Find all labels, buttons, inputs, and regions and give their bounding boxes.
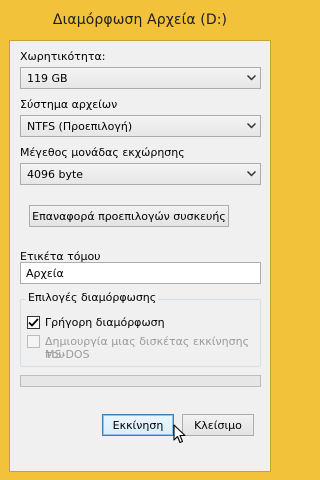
file-system-value: NTFS (Προεπιλογή) xyxy=(27,119,133,133)
allocation-unit-dropdown[interactable]: 4096 byte xyxy=(20,163,261,185)
chevron-down-icon xyxy=(242,116,260,136)
file-system-dropdown[interactable]: NTFS (Προεπιλογή) xyxy=(20,115,261,137)
window-title: Διαμόρφωση Αρχεία (D:) xyxy=(52,12,228,28)
restore-defaults-button[interactable]: Επαναφορά προεπιλογών συσκευής xyxy=(29,205,229,227)
capacity-label: Χωρητικότητα: xyxy=(20,50,106,63)
format-dialog-body: Χωρητικότητα: 119 GB Σύστημα αρχείων NTF… xyxy=(9,40,271,472)
msdos-startup-disk-label-line2: MS-DOS xyxy=(45,348,90,361)
close-button[interactable]: Κλείσιμο xyxy=(182,414,254,436)
quick-format-checkbox[interactable] xyxy=(27,316,40,329)
chevron-down-icon xyxy=(242,164,260,184)
volume-label-input[interactable]: Αρχεία xyxy=(20,262,261,284)
quick-format-label[interactable]: Γρήγορη διαμόρφωση xyxy=(45,316,165,329)
mouse-pointer-icon xyxy=(173,424,186,444)
format-options-legend: Επιλογές διαμόρφωσης xyxy=(26,291,159,304)
allocation-unit-label: Μέγεθος μονάδας εκχώρησης xyxy=(20,146,185,159)
capacity-dropdown[interactable]: 119 GB xyxy=(20,67,261,89)
allocation-unit-value: 4096 byte xyxy=(27,167,84,181)
start-button[interactable]: Εκκίνηση xyxy=(102,414,174,436)
file-system-label: Σύστημα αρχείων xyxy=(20,98,118,111)
checkmark-icon xyxy=(28,318,39,327)
capacity-value: 119 GB xyxy=(27,71,68,85)
msdos-startup-disk-checkbox[interactable] xyxy=(27,335,40,348)
chevron-down-icon xyxy=(242,68,260,88)
title-bar[interactable]: Διαμόρφωση Αρχεία (D:) xyxy=(0,0,280,40)
format-progress-bar xyxy=(20,375,261,387)
